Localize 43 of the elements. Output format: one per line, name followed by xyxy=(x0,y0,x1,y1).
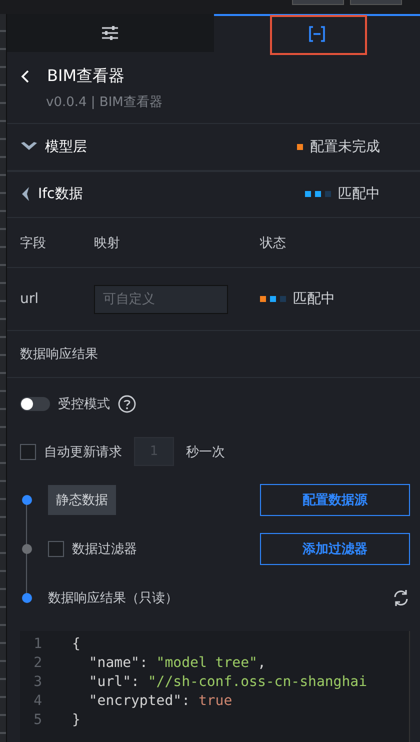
toggle-label: 受控模式 xyxy=(58,396,110,413)
column-header: 映射 xyxy=(94,234,121,252)
section-title: Ifc数据 xyxy=(38,185,84,204)
code-line: } xyxy=(72,712,80,728)
checkbox[interactable] xyxy=(48,541,64,558)
checkbox-label: 数据过滤器 xyxy=(72,541,137,558)
code-line: "url": "//sh-conf.oss-cn-shanghai xyxy=(88,674,368,690)
code-editor[interactable]: 1 { 2 "name": "model tree", 3 "url": "//sh-conf.oss-cn-shanghai 4 "encrypted": true 5 } xyxy=(20,630,410,742)
code-line: "name": "model tree", xyxy=(88,655,266,672)
sliders-icon xyxy=(101,26,120,40)
version-label: v0.0.4 | BIM查看器 xyxy=(45,94,164,111)
mapping-input[interactable]: 可自定义 xyxy=(94,284,228,314)
section-header[interactable]: 模型层 配置未完成 xyxy=(7,124,420,172)
line-number: 4 xyxy=(32,693,42,710)
section-header[interactable]: Ifc数据 匹配中 xyxy=(7,172,420,218)
section-title: 数据响应结果 xyxy=(20,346,98,364)
column-header: 状态 xyxy=(260,234,287,252)
help-icon[interactable] xyxy=(118,394,136,413)
data-type-tag: 静态数据 xyxy=(48,485,116,516)
column-header: 字段 xyxy=(20,234,47,252)
tab[interactable] xyxy=(214,14,420,52)
brackets-icon xyxy=(308,26,326,42)
outline-button[interactable]: 添加过滤器 xyxy=(260,533,410,566)
line-number: 3 xyxy=(32,674,42,690)
step-label: 数据响应结果（只读） xyxy=(48,590,178,608)
refresh-icon[interactable] xyxy=(392,589,410,608)
line-number: 2 xyxy=(32,655,42,672)
component-title: BIM查看器 xyxy=(47,66,124,87)
field-name: url xyxy=(20,291,40,308)
outline-button[interactable]: 配置数据源 xyxy=(260,484,410,516)
back-icon[interactable] xyxy=(21,70,29,83)
line-number: 5 xyxy=(32,712,42,728)
line-number: 1 xyxy=(32,636,42,652)
interval-unit: 秒一次 xyxy=(186,444,225,461)
toggle-switch[interactable] xyxy=(20,396,50,411)
checkbox-label: 自动更新请求 xyxy=(44,444,122,461)
code-line: "encrypted": true xyxy=(88,693,232,710)
status-text: 匹配中 xyxy=(338,185,380,204)
checkbox[interactable] xyxy=(20,444,36,460)
code-line: { xyxy=(72,636,80,652)
status-text: 匹配中 xyxy=(293,290,335,308)
status-text: 配置未完成 xyxy=(310,138,380,156)
section-title: 模型层 xyxy=(45,138,88,156)
